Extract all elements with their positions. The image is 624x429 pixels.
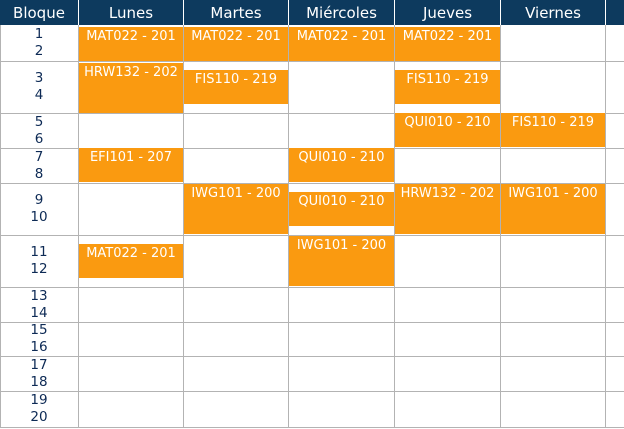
block-number-1: 1 xyxy=(34,26,44,42)
block-number-17: 17 xyxy=(30,356,48,373)
course-block-mat022-201[interactable]: MAT022 - 201 xyxy=(79,27,183,61)
row-label-13-14: 13 14 xyxy=(0,287,78,322)
course-block-fis110-219[interactable]: FIS110 - 219 xyxy=(501,113,605,147)
course-block-mat022-201[interactable]: MAT022 - 201 xyxy=(395,27,500,61)
block-number-13: 13 xyxy=(30,287,48,304)
course-block-mat022-201[interactable]: MAT022 - 201 xyxy=(79,244,183,278)
course-block-iwg101-200[interactable]: IWG101 - 200 xyxy=(184,184,288,234)
block-number-3: 3 xyxy=(34,70,44,86)
block-number-15: 15 xyxy=(30,322,48,338)
course-block-hrw132-202[interactable]: HRW132 - 202 xyxy=(395,184,500,234)
block-number-7: 7 xyxy=(34,148,44,165)
row-label-7-8: 78 xyxy=(0,148,78,183)
grid-hline xyxy=(0,287,624,288)
course-block-fis110-219[interactable]: FIS110 - 219 xyxy=(395,70,500,104)
block-number-20: 20 xyxy=(30,409,48,425)
row-label-9-10: 9 10 xyxy=(0,183,78,235)
block-number-16: 16 xyxy=(30,339,48,355)
grid-hline xyxy=(0,356,624,357)
header-bloque: Bloque xyxy=(0,0,78,25)
grid-vline xyxy=(605,25,606,427)
block-number-8: 8 xyxy=(34,165,44,182)
block-number-14: 14 xyxy=(30,304,48,321)
header-day-lunes: Lunes xyxy=(78,0,183,25)
header-extra xyxy=(605,0,624,25)
schedule-grid: Bloque Lunes Martes Miércoles Jueves Viernes 1… xyxy=(0,0,624,429)
course-block-mat022-201[interactable]: MAT022 - 201 xyxy=(289,27,394,61)
course-block-qui010-210[interactable]: QUI010 - 210 xyxy=(395,113,500,147)
block-number-4: 4 xyxy=(34,87,44,103)
header-day-martes: Martes xyxy=(183,0,288,25)
grid-vline xyxy=(288,25,289,427)
grid-hline xyxy=(0,322,624,323)
grid-hline xyxy=(0,391,624,392)
header-day-miércoles: Miércoles xyxy=(288,0,394,25)
course-block-efi101-207[interactable]: EFI101 - 207 xyxy=(79,148,183,182)
grid-hline xyxy=(0,427,624,428)
course-block-hrw132-202[interactable]: HRW132 - 202 xyxy=(79,63,183,113)
course-block-qui010-210[interactable]: QUI010 - 210 xyxy=(289,192,394,226)
row-label-1-2: 12 xyxy=(0,25,78,61)
block-number-2: 2 xyxy=(34,43,44,59)
row-label-11-12: 11 12 xyxy=(0,235,78,287)
block-number-10: 10 xyxy=(30,209,48,225)
row-label-19-20: 19 20 xyxy=(0,391,78,427)
header-day-jueves: Jueves xyxy=(394,0,500,25)
course-block-qui010-210[interactable]: QUI010 - 210 xyxy=(289,148,394,182)
course-block-iwg101-200[interactable]: IWG101 - 200 xyxy=(501,184,605,234)
course-block-mat022-201[interactable]: MAT022 - 201 xyxy=(184,27,288,61)
course-block-iwg101-200[interactable]: IWG101 - 200 xyxy=(289,236,394,286)
course-block-fis110-219[interactable]: FIS110 - 219 xyxy=(184,70,288,104)
row-label-5-6: 56 xyxy=(0,113,78,148)
row-label-3-4: 34 xyxy=(0,61,78,113)
block-number-11: 11 xyxy=(30,244,48,260)
row-label-17-18: 17 18 xyxy=(0,356,78,391)
block-number-19: 19 xyxy=(30,392,48,408)
block-number-18: 18 xyxy=(30,373,48,390)
row-label-15-16: 15 16 xyxy=(0,322,78,356)
header-day-viernes: Viernes xyxy=(500,0,605,25)
grid-hline xyxy=(0,61,624,62)
block-number-12: 12 xyxy=(30,261,48,277)
block-number-6: 6 xyxy=(34,130,44,147)
block-number-5: 5 xyxy=(34,113,44,130)
block-number-9: 9 xyxy=(34,192,44,208)
